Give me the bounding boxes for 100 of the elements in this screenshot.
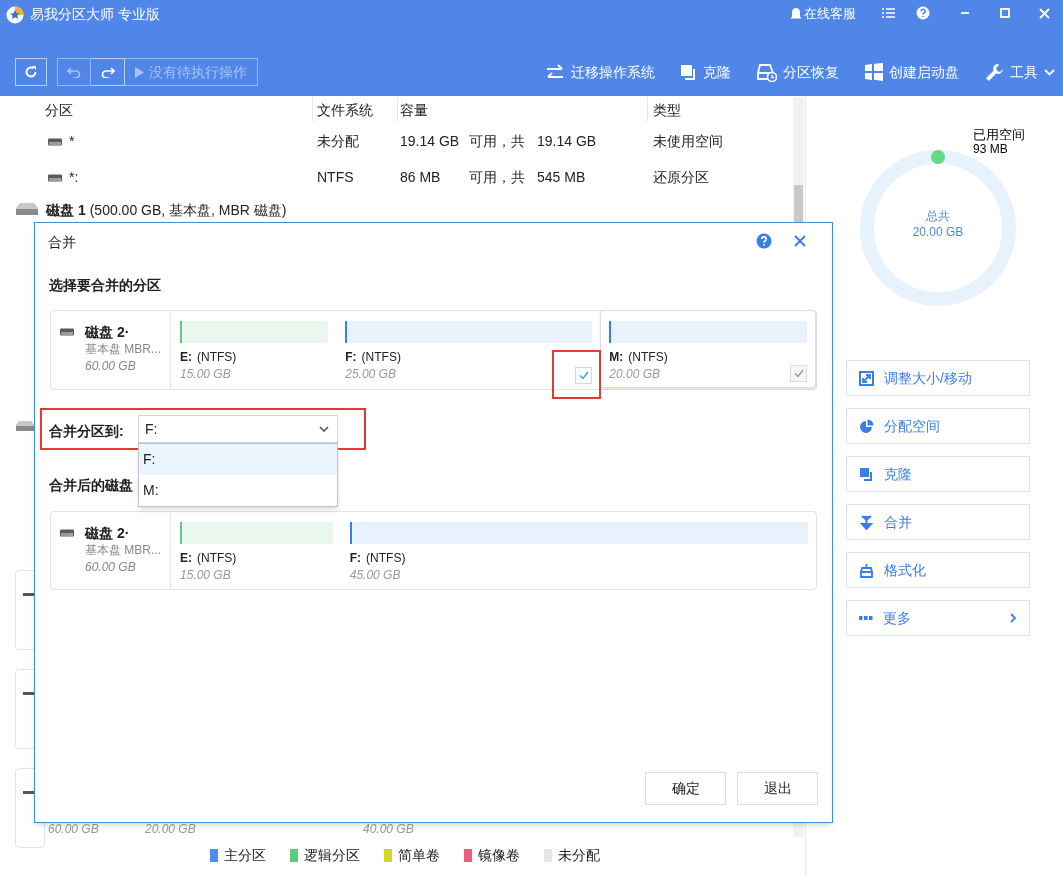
- partition-size: 20.00 GB: [609, 366, 661, 383]
- column-header[interactable]: 类型: [653, 100, 681, 121]
- drive-letter: M:: [609, 349, 624, 365]
- capacity-label: 可用，共: [469, 168, 525, 187]
- file-system: NTFS: [317, 168, 354, 187]
- total-value: 20.00 GB: [911, 224, 965, 240]
- action-button[interactable]: 调整大小/移动: [846, 360, 1030, 396]
- logo-icon: [6, 5, 24, 24]
- field-label: 合并分区到:: [49, 422, 124, 441]
- dropdown-option[interactable]: M:: [139, 475, 337, 506]
- free-space: 19.14 GB: [400, 132, 460, 151]
- legend-label: 主分区: [224, 846, 266, 865]
- squares-icon: [859, 466, 874, 482]
- toolbar-button[interactable]: 工具: [985, 61, 1055, 83]
- dropdown-option[interactable]: F:: [139, 444, 337, 475]
- checkbox[interactable]: [575, 367, 593, 384]
- merge-arrow-icon: [859, 514, 874, 530]
- column-header[interactable]: 容量: [400, 100, 428, 121]
- undo-icon: [67, 66, 81, 78]
- used-space-value: 93 MB: [973, 142, 1009, 157]
- chevron-down-icon: [1044, 68, 1055, 76]
- partition-type: 未使用空间: [653, 132, 723, 151]
- dialog-button[interactable]: 退出: [737, 772, 818, 805]
- disk-name: 磁盘 2·: [85, 524, 130, 542]
- total-space: 19.14 GB: [537, 132, 597, 151]
- capacity-label: 可用，共: [469, 132, 525, 151]
- chevron-down-icon: [319, 426, 329, 432]
- highlight-frame: [552, 350, 601, 399]
- partition-size: 20.00 GB: [145, 823, 196, 836]
- partition-name: *:: [69, 168, 79, 187]
- toolbar-button[interactable]: 迁移操作系统: [545, 61, 655, 83]
- refresh-button[interactable]: [15, 58, 47, 86]
- legend-label: 简单卷: [398, 846, 440, 865]
- redo-icon: [100, 66, 115, 78]
- partition-size: 60.00 GB: [48, 823, 99, 836]
- dialog-title: 合并: [48, 233, 76, 252]
- file-system: (NTFS): [361, 349, 401, 365]
- action-button[interactable]: 合并: [846, 504, 1030, 540]
- toolbar-button[interactable]: 创建启动盘: [865, 61, 959, 83]
- close-button[interactable]: [793, 234, 807, 248]
- action-button[interactable]: 格式化: [846, 552, 1030, 588]
- check-icon: [793, 369, 804, 378]
- dots-icon: [859, 616, 873, 620]
- drive-icon: [60, 328, 74, 336]
- file-system: 未分配: [317, 132, 359, 151]
- legend-label: 未分配: [558, 846, 600, 865]
- disk-name: 磁盘 1: [46, 201, 86, 220]
- action-button[interactable]: 克隆: [846, 456, 1030, 492]
- windows-icon: [865, 63, 883, 81]
- file-system: (NTFS): [197, 550, 237, 566]
- column-header[interactable]: 分区: [45, 100, 73, 121]
- toolbar-button[interactable]: 克隆: [680, 61, 731, 83]
- partition-size: 40.00 GB: [363, 823, 414, 836]
- total-space: 545 MB: [537, 168, 586, 187]
- drive-letter: E:: [180, 550, 192, 566]
- partition-size: 45.00 GB: [349, 567, 401, 584]
- action-button[interactable]: 更多: [846, 600, 1030, 636]
- section-heading: 选择要合并的分区: [49, 276, 161, 295]
- wrench-icon: [985, 62, 1004, 82]
- redo-button[interactable]: [91, 58, 125, 86]
- dialog-button[interactable]: 确定: [645, 772, 726, 805]
- help-icon: [916, 6, 930, 20]
- window-title: 易我分区大师 专业版: [30, 5, 160, 24]
- disk-size: 60.00 GB: [85, 559, 136, 576]
- check-icon: [578, 371, 589, 380]
- partition-size: 15.00 GB: [180, 567, 231, 584]
- drive-letter: F:: [345, 349, 357, 365]
- disk-size: 60.00 GB: [85, 358, 136, 375]
- free-space: 86 MB: [400, 168, 441, 187]
- resize-icon: [859, 370, 874, 386]
- legend-label: 镜像卷: [478, 846, 520, 865]
- disk-info: (500.00 GB, 基本盘, MBR 磁盘): [89, 201, 287, 220]
- drive-clock-icon: [757, 62, 777, 82]
- disk-type: 基本盘 MBR...: [85, 341, 161, 358]
- refresh-icon: [24, 65, 38, 79]
- file-system: (NTFS): [366, 550, 406, 566]
- toolbar-button[interactable]: 分区恢复: [757, 61, 839, 83]
- disk-type: 基本盘 MBR...: [85, 542, 161, 559]
- disk-name: 磁盘 2·: [85, 323, 130, 341]
- partition-size: 15.00 GB: [180, 366, 231, 383]
- undo-button[interactable]: [57, 58, 91, 86]
- action-button[interactable]: 分配空间: [846, 408, 1030, 444]
- menu-icon: [880, 6, 896, 20]
- support-button[interactable]: 在线客服: [790, 4, 856, 24]
- chevron-right-icon: [1010, 613, 1017, 623]
- partition-type: 还原分区: [653, 168, 709, 187]
- section-heading: 合并后的磁盘: [49, 476, 133, 495]
- close-icon: [1037, 6, 1051, 20]
- play-icon: [135, 66, 144, 78]
- file-system: (NTFS): [197, 349, 237, 365]
- drive-icon: [48, 174, 62, 182]
- legend-label: 逻辑分区: [304, 846, 360, 865]
- total-label: 总共: [925, 208, 951, 224]
- merge-target-dropdown[interactable]: F:: [138, 415, 338, 443]
- used-space-label: 已用空间: [973, 127, 1025, 142]
- partition-size: 25.00 GB: [345, 366, 396, 383]
- help-button[interactable]: [756, 233, 772, 249]
- drive-letter: E:: [180, 349, 192, 365]
- partition-name: *: [69, 132, 75, 151]
- column-header[interactable]: 文件系统: [317, 100, 373, 121]
